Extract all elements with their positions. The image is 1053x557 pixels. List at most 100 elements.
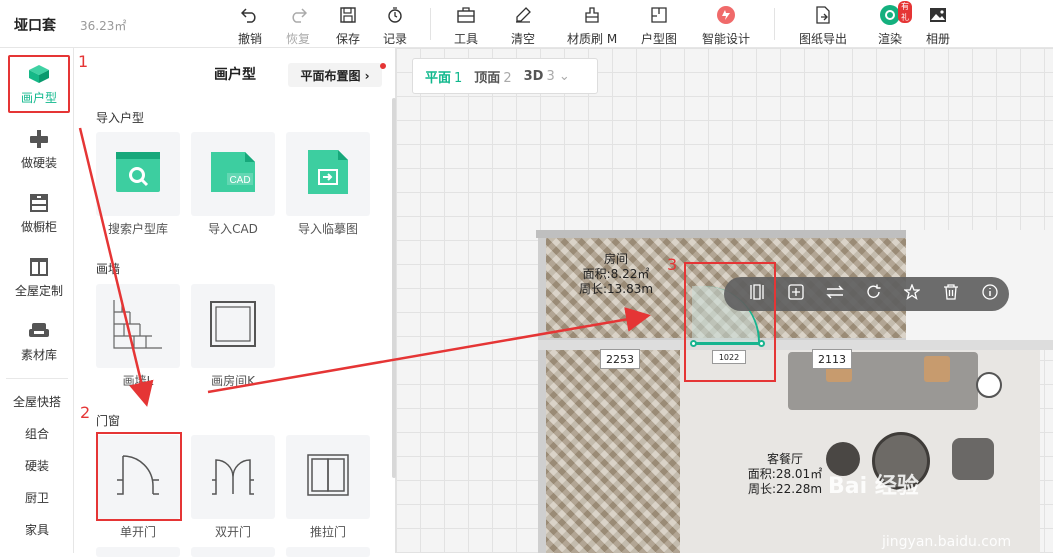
- render-button[interactable]: 渲染 有礼: [878, 1, 912, 47]
- nav-label: 全屋定制: [14, 283, 63, 298]
- album-label: 相册: [926, 32, 951, 46]
- smart-design-button[interactable]: 智能设计: [702, 4, 750, 47]
- nav-whole-house-custom[interactable]: 全屋定制: [8, 248, 70, 306]
- dimension-left[interactable]: 2253: [600, 349, 640, 369]
- tools-button[interactable]: 工具: [454, 4, 478, 47]
- export-button[interactable]: 图纸导出: [799, 4, 847, 47]
- notification-dot: [380, 63, 386, 69]
- tab-ceiling-view[interactable]: 顶面 2: [474, 67, 511, 86]
- save-button[interactable]: 保存: [336, 4, 360, 47]
- room-2-floor-left[interactable]: [546, 350, 680, 553]
- panel-title: 画户型: [214, 67, 256, 83]
- eraser-icon: [512, 4, 534, 26]
- toolbar-divider: [774, 8, 775, 40]
- rotate-button[interactable]: [854, 277, 893, 311]
- nav-material-library[interactable]: 素材库: [8, 312, 70, 370]
- card-label: 导入临摹图: [297, 222, 358, 236]
- nav-quick-build[interactable]: 全屋快搭: [0, 393, 74, 410]
- card-label: 画房间K: [211, 374, 255, 388]
- nav-hard-decoration[interactable]: 做硬装: [8, 120, 70, 178]
- nav-label: 素材库: [20, 347, 57, 362]
- baidu-watermark-logo: Bai 经验: [828, 474, 919, 499]
- nav-divider: [6, 378, 68, 379]
- album-button[interactable]: 相册: [926, 4, 950, 47]
- nav-label: 画户型: [20, 90, 57, 105]
- floorplan-button[interactable]: 户型图: [641, 4, 677, 47]
- double-door-card[interactable]: [191, 435, 275, 519]
- material-brush-button[interactable]: 材质刷 M: [567, 4, 617, 47]
- info-button[interactable]: [970, 277, 1009, 311]
- annotation-number-1: 1: [78, 52, 89, 71]
- import-tracing-card[interactable]: [286, 132, 370, 216]
- tab-number: 2: [503, 70, 512, 86]
- delete-button[interactable]: [932, 277, 971, 311]
- history-button[interactable]: 记录: [383, 4, 407, 47]
- smart-design-label: 智能设计: [702, 32, 751, 46]
- save-icon: [337, 4, 359, 26]
- nav-label: 做橱柜: [20, 219, 57, 234]
- project-name[interactable]: 垭口套: [14, 15, 56, 35]
- floorplan-cube-icon: [27, 63, 51, 85]
- card-label: 推拉门: [309, 525, 346, 539]
- info-icon: [982, 284, 998, 304]
- left-nav: 画户型 做硬装 做橱柜 全屋定制 素材库 全屋快搭 组合 硬装 厨卫 家具: [0, 48, 74, 553]
- armchair[interactable]: [952, 438, 994, 480]
- svg-text:CAD: CAD: [229, 175, 250, 186]
- paint-roller-icon: [27, 128, 51, 150]
- history-label: 记录: [383, 32, 408, 46]
- redo-icon: [287, 4, 309, 26]
- history-icon: [384, 4, 406, 26]
- dimension-right[interactable]: 2113: [812, 349, 852, 369]
- room-perimeter: 周长:13.83m: [578, 282, 654, 296]
- nav-hardwear[interactable]: 硬装: [0, 457, 74, 474]
- gift-badge: 有礼: [898, 1, 912, 23]
- nav-furniture[interactable]: 家具: [0, 521, 74, 538]
- design-canvas[interactable]: 平面 1 顶面 2 3D 3 ⌄ 2253 1022 2113 房间 面积:8.22㎡…: [396, 48, 1053, 553]
- undo-icon: [239, 4, 261, 26]
- tab-3d-view[interactable]: 3D 3 ⌄: [524, 69, 570, 84]
- redo-button[interactable]: 恢复: [286, 4, 310, 47]
- nav-cabinet[interactable]: 做橱柜: [8, 184, 70, 242]
- flip-button[interactable]: [815, 277, 854, 311]
- clear-button[interactable]: 清空: [511, 4, 535, 47]
- floorplan-label: 户型图: [641, 32, 678, 46]
- highlight-box-2: [96, 432, 182, 521]
- room-name: 房间: [603, 252, 628, 266]
- plus-square-icon: [788, 284, 804, 304]
- more-card[interactable]: [286, 547, 370, 557]
- sliding-door-card[interactable]: [286, 435, 370, 519]
- undo-button[interactable]: 撤销: [238, 4, 262, 47]
- cad-file-icon: CAD: [209, 148, 257, 200]
- card-label: 双开门: [214, 525, 251, 539]
- nav-group[interactable]: 组合: [0, 425, 74, 442]
- favorite-button[interactable]: [893, 277, 932, 311]
- sofa-icon: [27, 320, 51, 342]
- add-button[interactable]: [777, 277, 816, 311]
- lamp[interactable]: [976, 372, 1002, 398]
- nav-kitchen-bath[interactable]: 厨卫: [0, 489, 74, 506]
- tab-plan-view[interactable]: 平面 1: [425, 67, 462, 86]
- draw-wall-card[interactable]: [96, 284, 180, 368]
- search-floorplan-icon: [114, 148, 162, 200]
- layout-plan-button[interactable]: 平面布置图 ›: [288, 63, 382, 87]
- export-label: 图纸导出: [799, 32, 848, 46]
- tab-label: 顶面: [474, 70, 501, 86]
- nav-label: 做硬装: [20, 155, 57, 170]
- tab-label: 3D: [523, 68, 544, 84]
- baidu-watermark-url: jingyan.baidu.com: [882, 534, 1012, 550]
- room-2-label: 客餐厅 面积:28.01㎡ 周长:22.28m: [740, 452, 830, 497]
- ai-design-icon: [715, 4, 737, 26]
- material-brush-label: 材质刷 M: [567, 32, 618, 46]
- more-card[interactable]: [191, 547, 275, 557]
- more-card[interactable]: [96, 547, 180, 557]
- rotate-icon: [866, 284, 882, 304]
- room-square-icon: [207, 298, 259, 354]
- tab-number: 1: [454, 70, 463, 86]
- section-title-doors: 门窗: [96, 414, 121, 428]
- search-floorplan-card[interactable]: [96, 132, 180, 216]
- top-toolbar: 垭口套 36.23㎡ 撤销 恢复 保存 记录 工具 清空 材质刷 M 户型图 智…: [0, 0, 1053, 48]
- import-cad-card[interactable]: CAD: [191, 132, 275, 216]
- draw-room-card[interactable]: [191, 284, 275, 368]
- nav-draw-floorplan[interactable]: 画户型: [8, 55, 70, 113]
- toolbox-icon: [455, 4, 477, 26]
